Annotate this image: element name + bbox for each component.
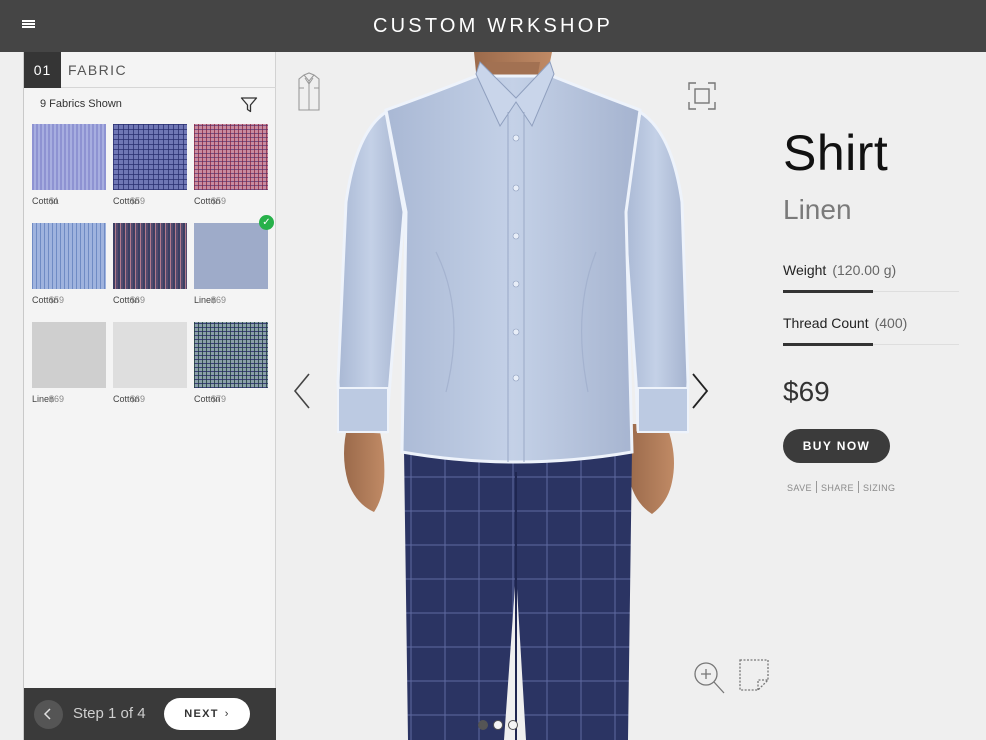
product-fabric: Linen [783,194,852,225]
product-info: Shirt Linen Weight (120.00 g) Thread Coun… [766,52,986,740]
fabric-swatch[interactable]: Cotton $59 [32,223,106,305]
previous-view-arrow-icon[interactable] [292,372,312,410]
fabric-image [113,223,187,289]
view-pager [478,720,528,732]
filter-funnel-icon[interactable] [240,96,260,114]
thread-count-spec: Thread Count (400) [783,315,959,346]
fabric-price: $59 [49,295,65,305]
step-footer: Step 1 of 4 NEXT › [24,688,276,740]
share-link[interactable]: SHARE [821,483,854,493]
fabric-image [194,124,268,190]
fabric-swatch[interactable]: Cotton $69 [113,322,187,404]
buy-now-button[interactable]: BUY NOW [783,429,890,463]
fabric-image [194,223,268,289]
next-button[interactable]: NEXT › [164,698,250,730]
fabric-price: $69 [130,295,146,305]
selected-check-icon: ✓ [259,215,274,230]
fabric-image [32,322,106,388]
view-dot-3[interactable] [508,720,518,730]
thread-count-bar [783,343,873,346]
weight-spec: Weight (120.00 g) [783,262,959,293]
fabric-grid: Cotton $1 Cotton $59 Cotton $59 Cotton $… [32,124,274,414]
step-title: FABRIC [68,62,127,78]
thread-count-label: Thread Count [783,315,869,331]
fabric-image [32,124,106,190]
fabric-price: $69 [211,295,227,305]
product-title: Shirt [783,125,889,181]
garment-viewer [276,52,769,740]
fabric-price: $69 [49,394,65,404]
previous-step-button[interactable] [34,700,63,729]
next-button-label: NEXT [184,708,219,720]
fabric-image [113,322,187,388]
fabric-price: $69 [130,394,146,404]
fabric-swatch-selected[interactable]: ✓ Linen $69 [194,215,274,305]
weight-value: (120.00 g) [832,262,897,278]
fabric-swatch[interactable]: Linen $69 [32,322,106,404]
chevron-left-icon [43,708,51,720]
fabric-swatch[interactable]: Cotton $59 [113,124,187,206]
thread-count-value: (400) [874,315,908,331]
fabric-price: $1 [49,196,60,206]
fabric-panel: 01 FABRIC 9 Fabrics Shown Cotton $1 Cott… [23,52,276,740]
fabric-price: $79 [211,394,227,404]
fabrics-count: 9 Fabrics Shown [40,98,122,110]
zoom-in-icon[interactable] [692,660,726,696]
step-header: 01 FABRIC [24,52,276,88]
product-price: $69 [783,376,830,407]
top-bar: CUSTOM WRKSHOP [0,0,986,52]
fabric-swatch[interactable]: Cotton $79 [194,322,268,404]
fabric-price: $59 [211,196,227,206]
brand-title: CUSTOM WRKSHOP [373,15,613,37]
fabric-image [113,124,187,190]
fabric-price: $59 [130,196,146,206]
weight-bar [783,290,873,293]
fabric-swatch[interactable]: Cotton $59 [194,124,268,206]
hamburger-menu-icon[interactable] [20,16,40,34]
next-view-arrow-icon[interactable] [690,372,710,410]
fabric-image [32,223,106,289]
view-dot-1[interactable] [478,720,488,730]
save-link[interactable]: SAVE [787,483,812,493]
fabric-swatch[interactable]: Cotton $69 [113,223,187,305]
step-progress-label: Step 1 of 4 [73,705,146,722]
view-dot-2[interactable] [493,720,503,730]
sizing-link[interactable]: SIZING [863,483,895,493]
model-preview [336,52,690,740]
step-number: 01 [24,52,61,88]
fabric-swatch[interactable]: Cotton $1 [32,124,106,206]
weight-label: Weight [783,262,827,278]
chevron-right-icon: › [224,708,230,720]
shirt-outline-icon[interactable] [296,72,322,112]
fabric-image [194,322,268,388]
product-actions: SAVE SHARE SIZING [787,481,895,493]
